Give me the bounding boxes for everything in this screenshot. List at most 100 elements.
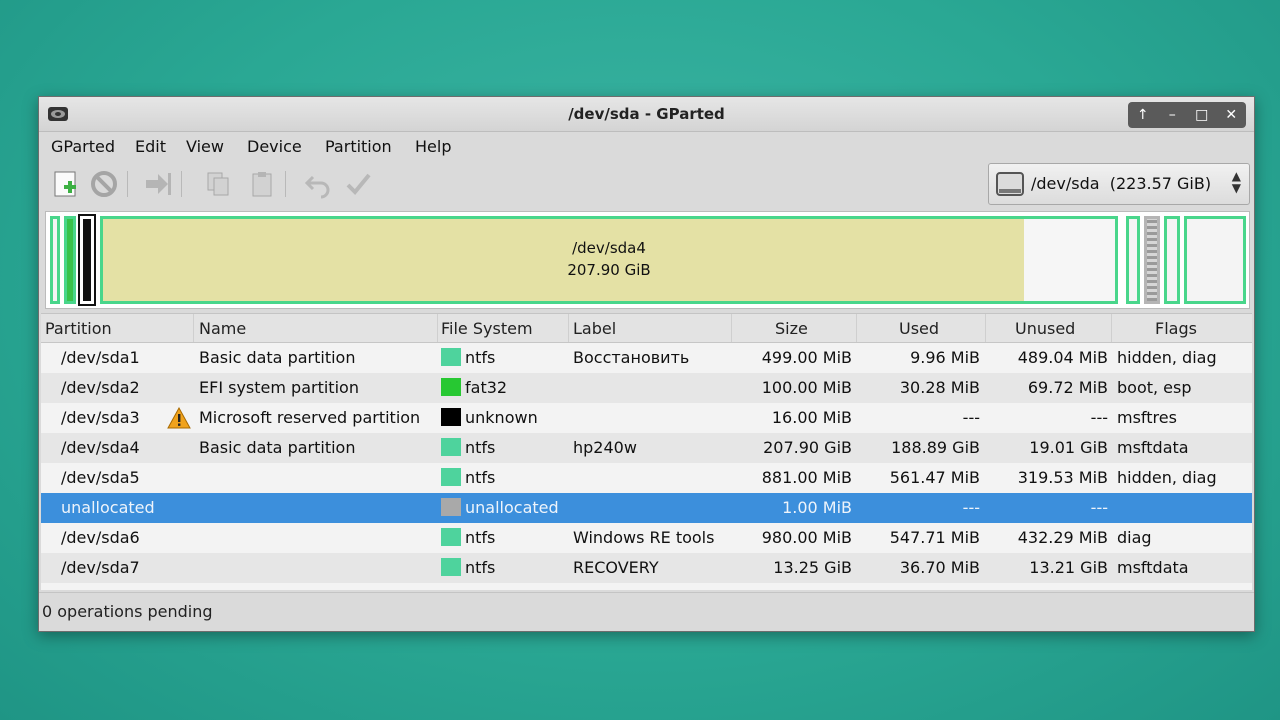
device-size: (223.57 GiB) [1109, 174, 1212, 193]
menu-view[interactable]: View [186, 137, 224, 156]
partition-block-sda5[interactable] [1126, 216, 1140, 304]
cell-partition: /dev/sda5 [61, 468, 140, 487]
column-label[interactable]: Label [573, 319, 616, 338]
cell-file-system: ntfs [465, 438, 496, 457]
column-name[interactable]: Name [199, 319, 246, 338]
device-path: /dev/sda [1031, 174, 1100, 193]
always-on-top-button[interactable]: ↑ [1132, 104, 1154, 126]
table-header: Partition Name File System Label Size Us… [41, 314, 1252, 343]
menu-help[interactable]: Help [415, 137, 451, 156]
partition-block-sda4[interactable]: /dev/sda4 207.90 GiB [100, 216, 1118, 304]
partition-block-sda7[interactable] [1184, 216, 1246, 304]
cell-flags: msftdata [1117, 558, 1189, 577]
column-size[interactable]: Size [775, 319, 808, 338]
resize-move-icon[interactable] [143, 169, 173, 199]
column-separator [193, 314, 194, 342]
cell-size: 13.25 GiB [773, 558, 852, 577]
column-separator [437, 314, 438, 342]
toolbar-separator [127, 171, 128, 197]
undo-icon[interactable] [303, 169, 333, 199]
cell-used: 188.89 GiB [891, 438, 980, 457]
cell-unused: 489.04 MiB [1017, 348, 1108, 367]
new-partition-icon[interactable] [51, 169, 81, 199]
disk-map-selected-size: 207.90 GiB [567, 261, 651, 279]
gparted-window: /dev/sda - GParted ↑ – □ ✕ GParted Edit … [38, 96, 1255, 632]
table-row[interactable]: /dev/sda7 ntfs RECOVERY 13.25 GiB 36.70 MiB 1… [41, 553, 1252, 583]
menu-gparted[interactable]: GParted [51, 137, 115, 156]
cell-size: 980.00 MiB [761, 528, 852, 547]
cell-name: Basic data partition [199, 348, 356, 367]
cell-flags: hidden, diag [1117, 468, 1217, 487]
minimize-button[interactable]: – [1161, 104, 1183, 126]
cell-label: Windows RE tools [573, 528, 715, 547]
table-row[interactable]: unallocated unallocated 1.00 MiB --- --- [41, 493, 1252, 523]
cell-partition: /dev/sda1 [61, 348, 140, 367]
cell-file-system: unknown [465, 408, 538, 427]
cell-label: Восстановить [573, 348, 690, 367]
cell-unused: 19.01 GiB [1029, 438, 1108, 457]
menu-device[interactable]: Device [247, 137, 302, 156]
cell-file-system: ntfs [465, 528, 496, 547]
cell-label: hp240w [573, 438, 637, 457]
unallocated-block[interactable] [1144, 216, 1160, 304]
menu-edit[interactable]: Edit [135, 137, 166, 156]
cell-used: 547.71 MiB [889, 528, 980, 547]
copy-icon[interactable] [203, 169, 233, 199]
cell-flags: msftdata [1117, 438, 1189, 457]
cell-used: 9.96 MiB [910, 348, 980, 367]
title-bar[interactable]: /dev/sda - GParted ↑ – □ ✕ [39, 97, 1254, 132]
column-separator [985, 314, 986, 342]
device-label: /dev/sda (223.57 GiB) [1031, 174, 1211, 193]
hard-disk-icon [996, 172, 1024, 196]
cell-partition: /dev/sda6 [61, 528, 140, 547]
close-button[interactable]: ✕ [1220, 104, 1242, 126]
cell-unused: 432.29 MiB [1017, 528, 1108, 547]
file-system-color-swatch [441, 558, 461, 576]
cell-flags: msftres [1117, 408, 1177, 427]
disk-map: /dev/sda4 207.90 GiB [45, 211, 1250, 309]
cell-size: 207.90 GiB [763, 438, 852, 457]
delete-partition-icon[interactable] [89, 169, 119, 199]
cell-file-system: ntfs [465, 558, 496, 577]
file-system-color-swatch [441, 498, 461, 516]
column-unused[interactable]: Unused [1015, 319, 1075, 338]
cell-size: 881.00 MiB [761, 468, 852, 487]
partition-block-sda2[interactable] [64, 216, 76, 304]
table-row[interactable]: /dev/sda6 ntfs Windows RE tools 980.00 MiB 5… [41, 523, 1252, 553]
apply-icon[interactable] [343, 169, 373, 199]
maximize-button[interactable]: □ [1191, 104, 1213, 126]
cell-name: Microsoft reserved partition [199, 408, 421, 427]
column-separator [568, 314, 569, 342]
cell-used: --- [962, 498, 980, 517]
table-row[interactable]: /dev/sda3 Microsoft reserved partition unk… [41, 403, 1252, 433]
toolbar-separator [181, 171, 182, 197]
cell-unused: 69.72 MiB [1027, 378, 1108, 397]
paste-icon[interactable] [247, 169, 277, 199]
cell-file-system: fat32 [465, 378, 508, 397]
table-row[interactable]: /dev/sda2 EFI system partition fat32 100.00… [41, 373, 1252, 403]
table-row[interactable]: /dev/sda1 Basic data partition ntfs Восстан… [41, 343, 1252, 373]
disk-map-selected-label: /dev/sda4 [572, 239, 646, 257]
device-selector[interactable]: /dev/sda (223.57 GiB) ▲ ▼ [988, 163, 1250, 205]
status-text: 0 operations pending [42, 602, 213, 621]
cell-file-system: ntfs [465, 348, 496, 367]
column-separator [731, 314, 732, 342]
column-file-system[interactable]: File System [441, 319, 533, 338]
column-partition[interactable]: Partition [45, 319, 112, 338]
column-used[interactable]: Used [899, 319, 939, 338]
cell-partition: /dev/sda4 [61, 438, 140, 457]
cell-partition: unallocated [61, 498, 155, 517]
cell-file-system: unallocated [465, 498, 559, 517]
cell-size: 100.00 MiB [761, 378, 852, 397]
menu-partition[interactable]: Partition [325, 137, 392, 156]
column-flags[interactable]: Flags [1155, 319, 1197, 338]
cell-used: 36.70 MiB [899, 558, 980, 577]
partition-block-sda1[interactable] [50, 216, 60, 304]
table-row[interactable]: /dev/sda5 ntfs 881.00 MiB 561.47 MiB 319.53 … [41, 463, 1252, 493]
partition-block-sda6[interactable] [1164, 216, 1180, 304]
partition-block-sda3[interactable] [78, 214, 96, 306]
table-row[interactable]: /dev/sda4 Basic data partition ntfs hp240w 2… [41, 433, 1252, 463]
cell-used: 30.28 MiB [899, 378, 980, 397]
cell-flags: boot, esp [1117, 378, 1192, 397]
cell-size: 1.00 MiB [782, 498, 852, 517]
